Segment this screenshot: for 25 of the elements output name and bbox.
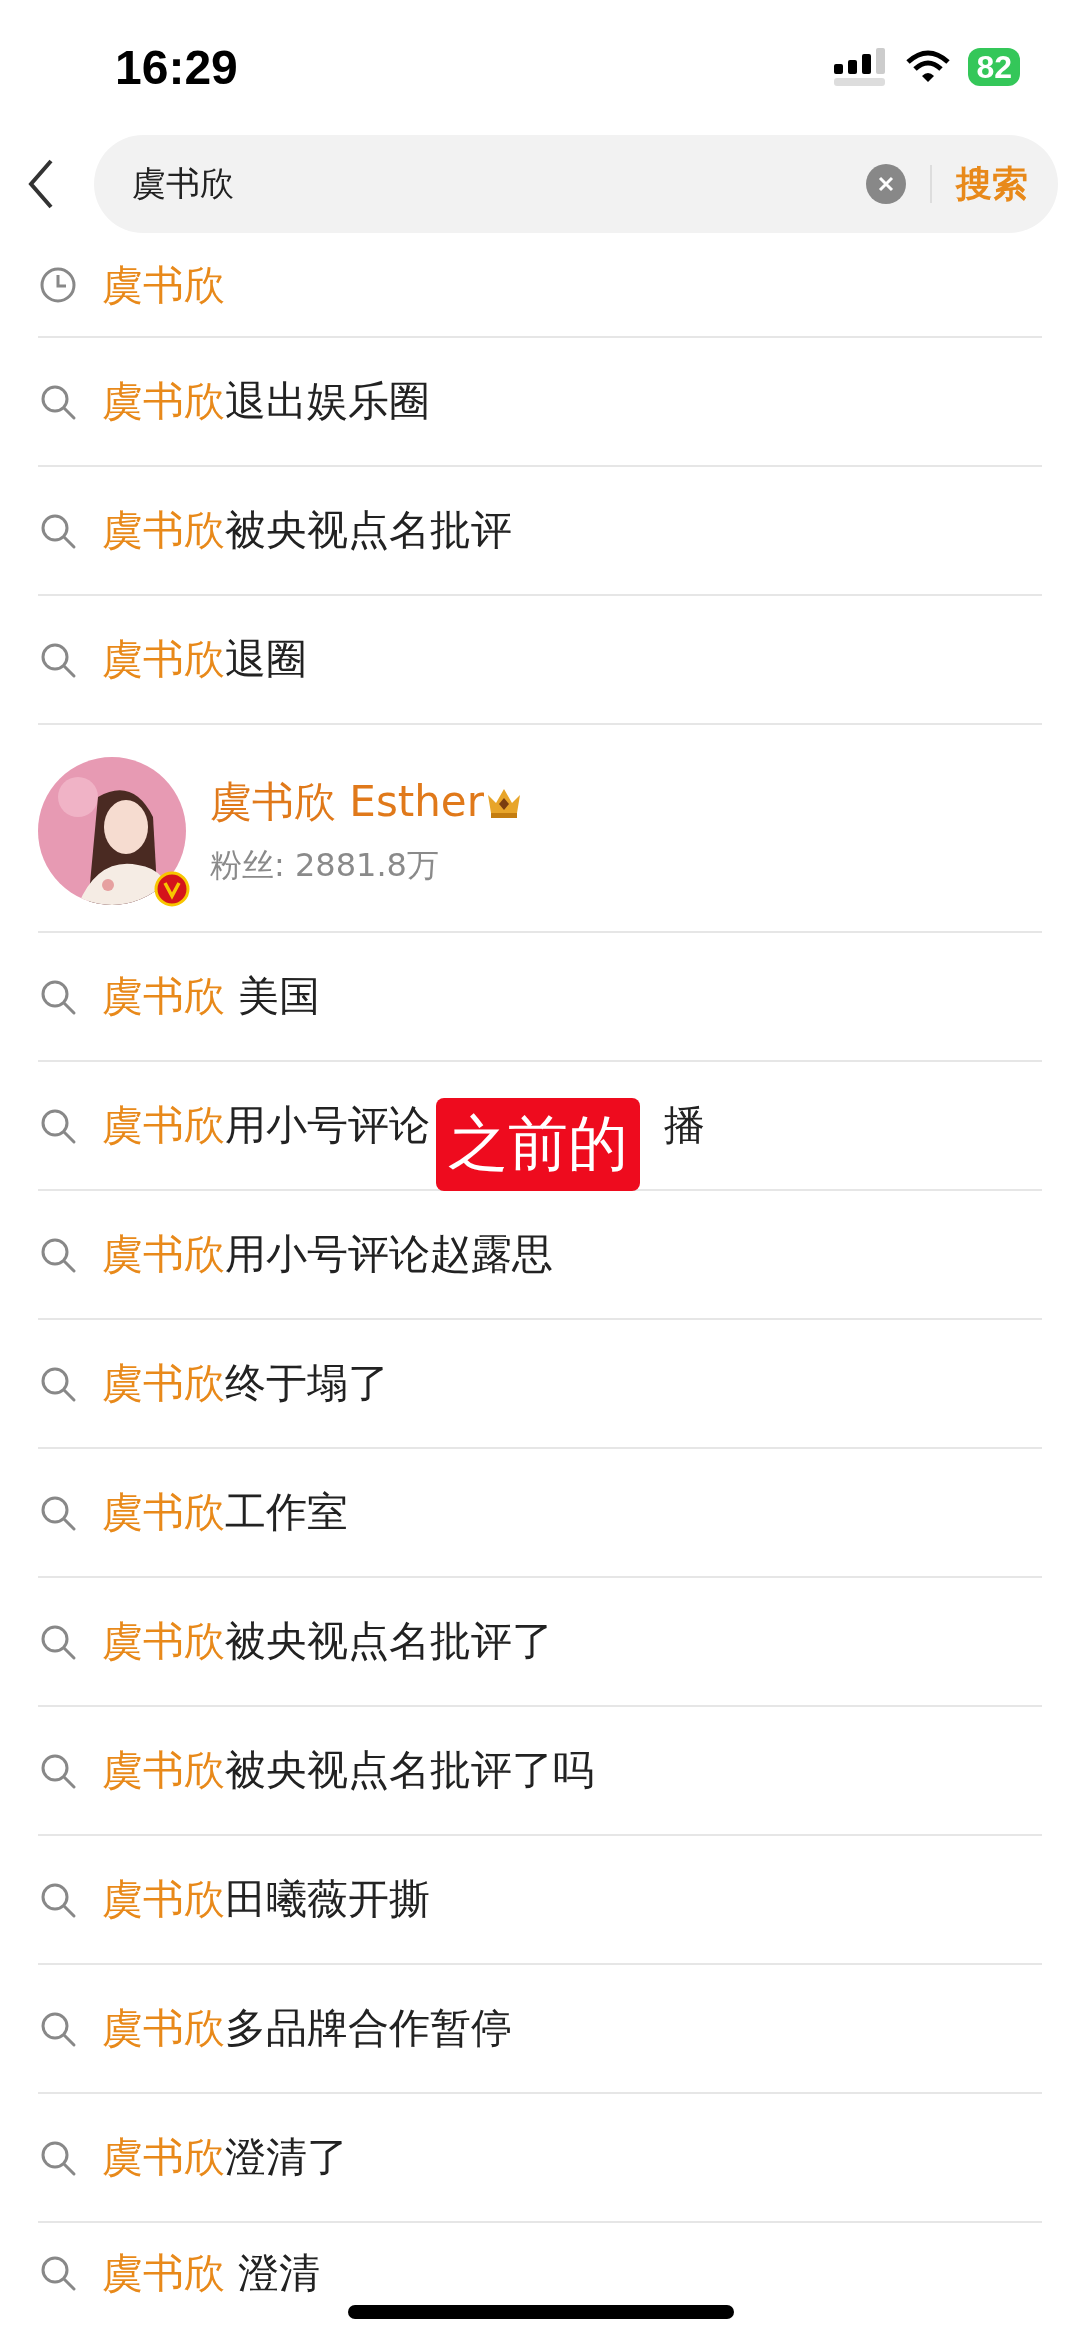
verified-badge-icon	[154, 871, 190, 907]
suggestion-item[interactable]: 虞书欣 美国	[102, 969, 321, 1024]
clear-icon[interactable]	[866, 164, 906, 204]
back-icon[interactable]	[28, 159, 54, 209]
clock-icon	[38, 265, 78, 305]
suggestion-item[interactable]: 虞书欣终于塌了	[102, 1356, 389, 1411]
suggestion-item[interactable]: 虞书欣用小号评论	[102, 1098, 430, 1153]
caption-label: 之前的	[436, 1098, 640, 1191]
suggestion-text: 播	[664, 1100, 705, 1151]
suggestion-item[interactable]: 虞书欣退圈	[102, 632, 307, 687]
suggestion-item[interactable]: 虞书欣被央视点名批评	[102, 503, 512, 558]
suggestion-item[interactable]: 虞书欣被央视点名批评了吗	[102, 1743, 594, 1798]
wifi-icon	[906, 50, 951, 84]
suggestion-item[interactable]: 虞书欣用小号评论赵露思	[102, 1227, 553, 1282]
follower-count: 粉丝: 2881.8万	[210, 845, 440, 886]
status-time: 16:29	[115, 39, 238, 95]
suggestion-item[interactable]: 虞书欣工作室	[102, 1485, 348, 1540]
battery-indicator: 82	[968, 48, 1020, 86]
search-field[interactable]: 虞书欣 搜索	[94, 135, 1058, 233]
suggestion-item[interactable]: 虞书欣多品牌合作暂停	[102, 2001, 512, 2056]
suggestion-item[interactable]: 虞书欣退出娱乐圈	[102, 374, 430, 429]
suggestion-item[interactable]: 虞书欣澄清了	[102, 2130, 348, 2185]
suggestion-item[interactable]: 虞书欣被央视点名批评了	[102, 1614, 553, 1669]
suggestion-item[interactable]: 虞书欣田曦薇开撕	[102, 1872, 430, 1927]
suggestion-item[interactable]: 虞书欣 澄清	[102, 2245, 321, 2301]
